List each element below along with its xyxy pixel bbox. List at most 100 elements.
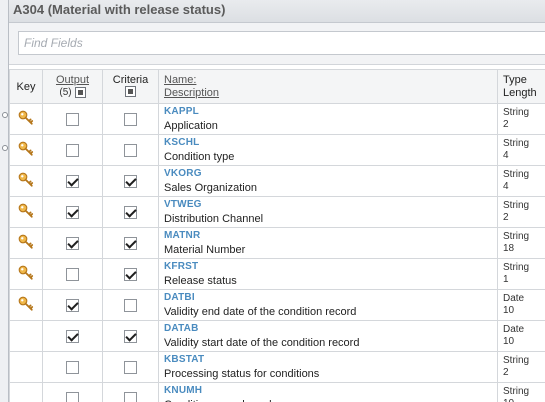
table-row[interactable]: DATAB Validity start date of the conditio… xyxy=(9,320,545,352)
field-description: Validity start date of the condition rec… xyxy=(164,337,360,349)
field-selection-panel: A304 (Material with release status) Key … xyxy=(8,0,545,402)
criteria-checkbox[interactable] xyxy=(124,205,137,219)
table-row[interactable]: KSCHL Condition type String 4 xyxy=(9,134,545,166)
field-description: Release status xyxy=(164,275,237,287)
type-cell: String10 xyxy=(497,382,545,402)
criteria-cell xyxy=(102,320,159,352)
field-type: String xyxy=(503,386,530,397)
output-checkbox[interactable] xyxy=(66,298,79,312)
field-type: Date xyxy=(503,324,525,335)
output-checkbox[interactable] xyxy=(66,329,79,343)
key-cell xyxy=(9,258,43,290)
field-description: Material Number xyxy=(164,244,246,256)
field-description: Sales Organization xyxy=(164,182,257,194)
table-row[interactable]: DATBI Validity end date of the condition … xyxy=(9,289,545,321)
key-icon xyxy=(18,110,34,129)
field-length: 2 xyxy=(503,212,509,223)
name-header-label: Name: xyxy=(164,73,197,86)
criteria-cell xyxy=(102,103,159,135)
field-technical-name: KSCHL xyxy=(164,137,200,148)
column-header-type[interactable]: Type Length xyxy=(497,69,545,104)
field-description: Application xyxy=(164,120,218,132)
name-cell: KBSTAT Processing status for conditions xyxy=(158,351,498,383)
criteria-cell xyxy=(102,227,159,259)
key-icon xyxy=(18,141,34,160)
field-technical-name: VTWEG xyxy=(164,199,202,210)
name-cell: DATBI Validity end date of the condition … xyxy=(158,289,498,321)
key-icon xyxy=(18,234,34,253)
output-checkbox[interactable] xyxy=(66,360,79,374)
key-cell xyxy=(9,227,43,259)
field-length: 2 xyxy=(503,119,509,130)
output-cell xyxy=(42,134,103,166)
field-length: 1 xyxy=(503,274,509,285)
field-technical-name: VKORG xyxy=(164,168,202,179)
column-header-key[interactable]: Key xyxy=(9,69,43,104)
output-cell xyxy=(42,165,103,197)
table-row[interactable]: KBSTAT Processing status for conditions St… xyxy=(9,351,545,383)
key-cell xyxy=(9,196,43,228)
criteria-checkbox[interactable] xyxy=(124,174,137,188)
field-technical-name: DATBI xyxy=(164,292,195,303)
type-cell: String 2 xyxy=(497,351,545,383)
output-checkbox[interactable] xyxy=(66,236,79,250)
table-row[interactable]: VTWEG Distribution Channel String 2 xyxy=(9,196,545,228)
key-cell xyxy=(9,289,43,321)
criteria-select-all-checkbox[interactable] xyxy=(125,86,136,98)
output-checkbox[interactable] xyxy=(66,267,79,281)
fields-table: Key Output (5) Criteria Name: Descriptio… xyxy=(9,69,545,402)
output-cell xyxy=(42,103,103,135)
name-cell: KAPPL Application xyxy=(158,103,498,135)
output-cell xyxy=(42,196,103,228)
key-icon xyxy=(18,172,34,191)
field-technical-name: MATNR xyxy=(164,230,201,241)
key-cell xyxy=(9,382,43,402)
criteria-header-label: Criteria xyxy=(112,73,149,86)
criteria-cell xyxy=(102,351,159,383)
key-cell xyxy=(9,103,43,135)
field-technical-name: KBSTAT xyxy=(164,354,205,365)
field-type: String xyxy=(503,200,530,211)
field-description: Condition type xyxy=(164,151,235,163)
criteria-cell xyxy=(102,382,159,402)
field-description: Condition record number xyxy=(164,398,497,402)
table-row[interactable]: VKORG Sales Organization String 4 xyxy=(9,165,545,197)
table-header-row: Key Output (5) Criteria Name: Descriptio… xyxy=(9,69,545,104)
output-select-all-checkbox[interactable] xyxy=(74,86,86,98)
field-description: Validity end date of the condition recor… xyxy=(164,306,357,318)
criteria-checkbox[interactable] xyxy=(124,112,137,126)
key-cell xyxy=(9,165,43,197)
output-checkbox[interactable] xyxy=(66,143,79,157)
output-checkbox[interactable] xyxy=(66,205,79,219)
field-technical-name: DATAB xyxy=(164,323,199,334)
criteria-checkbox[interactable] xyxy=(124,298,137,312)
field-description: Distribution Channel xyxy=(164,213,264,225)
criteria-checkbox[interactable] xyxy=(124,236,137,250)
table-row[interactable]: KAPPL Application String 2 xyxy=(9,103,545,135)
table-row[interactable]: KFRST Release status String 1 xyxy=(9,258,545,290)
criteria-cell xyxy=(102,196,159,228)
criteria-checkbox[interactable] xyxy=(124,143,137,157)
name-cell: MATNR Material Number xyxy=(158,227,498,259)
field-length: 2 xyxy=(503,367,509,378)
panel-title: A304 (Material with release status) xyxy=(9,0,545,23)
column-header-output[interactable]: Output (5) xyxy=(42,69,103,104)
name-cell: DATAB Validity start date of the conditio… xyxy=(158,320,498,352)
output-checkbox[interactable] xyxy=(66,174,79,188)
column-header-criteria[interactable]: Criteria xyxy=(102,69,159,104)
table-row[interactable]: KNUMHCondition record numberString10 xyxy=(9,382,545,402)
find-fields-input[interactable] xyxy=(18,31,545,55)
criteria-checkbox[interactable] xyxy=(124,267,137,281)
table-row[interactable]: MATNR Material Number String 18 xyxy=(9,227,545,259)
type-cell: String 2 xyxy=(497,103,545,135)
criteria-checkbox[interactable] xyxy=(124,391,137,402)
name-cell: KFRST Release status xyxy=(158,258,498,290)
output-cell xyxy=(42,289,103,321)
criteria-checkbox[interactable] xyxy=(124,329,137,343)
output-checkbox[interactable] xyxy=(66,391,79,402)
criteria-checkbox[interactable] xyxy=(124,360,137,374)
type-cell: Date 10 xyxy=(497,320,545,352)
output-checkbox[interactable] xyxy=(66,112,79,126)
column-header-name[interactable]: Name: Description xyxy=(158,69,498,104)
output-header-label: Output xyxy=(55,73,90,86)
